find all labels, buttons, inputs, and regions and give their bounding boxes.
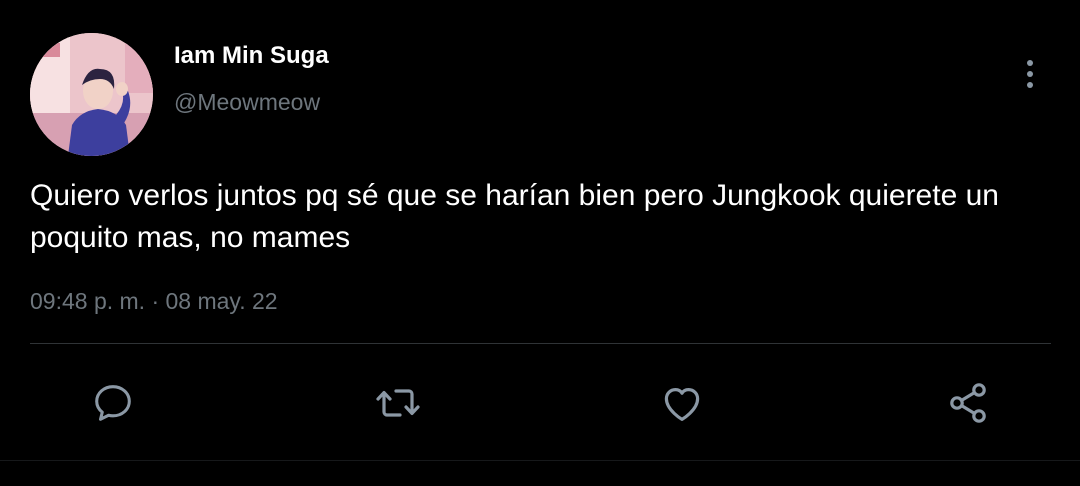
more-dot: [1027, 60, 1033, 66]
author-display-name[interactable]: Iam Min Suga: [174, 41, 329, 71]
reply-icon: [95, 385, 131, 421]
retweet-button[interactable]: [370, 375, 426, 431]
like-icon: [664, 388, 700, 421]
avatar[interactable]: [30, 33, 153, 156]
reply-button[interactable]: [85, 375, 141, 431]
more-dot: [1027, 82, 1033, 88]
tweet-timestamp[interactable]: 09:48 p. m. · 08 may. 22: [30, 285, 278, 317]
retweet-icon: [376, 389, 420, 417]
share-button[interactable]: [940, 375, 996, 431]
share-icon: [950, 383, 986, 423]
like-button[interactable]: [654, 375, 710, 431]
divider: [30, 343, 1051, 344]
more-options-icon[interactable]: [1016, 54, 1044, 94]
more-dot: [1027, 71, 1033, 77]
bottom-divider: [0, 460, 1080, 461]
tweet-text: Quiero verlos juntos pq sé que se harían…: [30, 179, 999, 254]
action-bar: [0, 375, 1080, 431]
author-handle[interactable]: @Meowmeow: [174, 87, 320, 117]
profile-photo: [30, 33, 153, 156]
